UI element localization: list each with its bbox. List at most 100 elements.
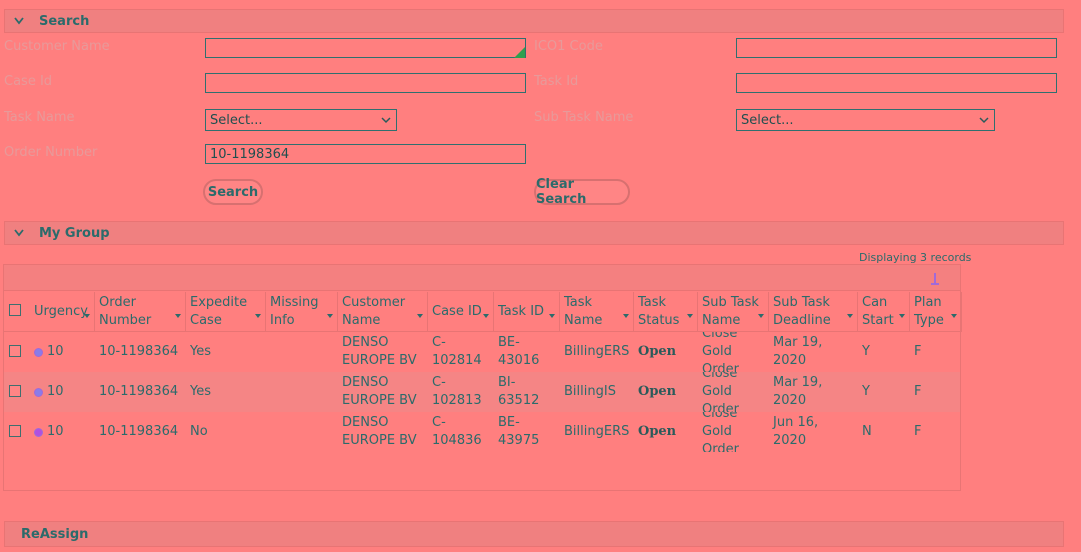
column-header-urgency[interactable]: Urgency [30, 292, 95, 332]
plan-type-cell: F [914, 384, 922, 399]
grid-toolbar [4, 265, 960, 291]
task-name-label: Task Name [4, 110, 75, 125]
task-id-input[interactable] [736, 73, 1057, 93]
my-group-section-header[interactable]: My Group [4, 221, 1064, 245]
case-id-input[interactable] [205, 73, 526, 93]
customer-name-cell: DENSO EUROPE BV [342, 335, 417, 368]
sort-desc-icon[interactable] [416, 308, 424, 318]
column-header-label: Number [99, 313, 152, 328]
sort-desc-icon[interactable] [898, 308, 906, 318]
column-header-label: Case ID [432, 304, 482, 319]
column-header-task-status[interactable]: Task Status [634, 292, 698, 332]
search-section-header[interactable]: Search [4, 9, 1064, 33]
ico1-code-label: ICO1 Code [534, 39, 603, 54]
column-header-label: Status [638, 313, 680, 328]
sub-task-name-cell: Close Gold Order [702, 412, 739, 452]
sort-desc-icon[interactable] [254, 308, 262, 318]
case-id-cell: C-104836 [432, 415, 482, 448]
column-header-label: Task [638, 295, 667, 310]
plan-type-cell: F [914, 344, 922, 359]
expedite-case-cell: No [190, 424, 208, 439]
table-row[interactable]: 10 10-1198364 Yes DENSO EUROPE BV C-102814 BE-… [4, 332, 960, 372]
column-header-expedite-case[interactable]: Expedite Case [186, 292, 266, 332]
sort-desc-icon[interactable] [83, 308, 91, 318]
can-start-cell: Y [862, 344, 870, 359]
urgency-dot-icon [34, 347, 43, 357]
customer-name-input[interactable] [205, 38, 526, 58]
customer-name-cell: DENSO EUROPE BV [342, 415, 417, 448]
urgency-dot-icon [34, 387, 43, 397]
sub-task-deadline-cell: Jun 16, 2020 [773, 415, 819, 448]
order-number-cell: 10-1198364 [99, 384, 179, 399]
column-header-label: Urgency [34, 304, 88, 319]
column-header-order-number[interactable]: Order Number [95, 292, 186, 332]
row-checkbox[interactable] [9, 385, 21, 397]
reassign-section-title: ReAssign [21, 526, 89, 542]
sub-task-name-cell: Close Gold Order [702, 332, 739, 372]
can-start-cell: N [862, 424, 872, 439]
column-header-plan-type[interactable]: Plan Type [910, 292, 962, 332]
column-header-task-id[interactable]: Task ID [494, 292, 560, 332]
sort-desc-icon[interactable] [686, 308, 694, 318]
task-id-cell: BI-63512 [498, 375, 540, 408]
column-header-sub-task-deadline[interactable]: Sub Task Deadline [769, 292, 858, 332]
order-number-cell: 10-1198364 [99, 424, 179, 439]
task-name-cell: BillingERS [564, 424, 630, 439]
task-status-cell: Open [638, 384, 677, 399]
column-header-label: Task [564, 295, 593, 310]
column-header-customer-name[interactable]: Customer Name [338, 292, 428, 332]
expedite-case-cell: Yes [190, 344, 211, 359]
chevron-down-icon[interactable] [13, 227, 25, 239]
select-all-checkbox[interactable] [9, 304, 21, 316]
column-header-case-id[interactable]: Case ID [428, 292, 494, 332]
sort-desc-icon[interactable] [950, 308, 958, 318]
search-button[interactable]: Search [203, 179, 263, 205]
row-checkbox[interactable] [9, 345, 21, 357]
table-row[interactable]: 10 10-1198364 No DENSO EUROPE BV C-104836 BE-4… [4, 412, 960, 452]
task-id-cell: BE-43016 [498, 335, 540, 368]
column-options-icon[interactable] [931, 273, 939, 291]
expedite-case-cell: Yes [190, 384, 211, 399]
ico1-code-input[interactable] [736, 38, 1057, 58]
sort-desc-icon[interactable] [482, 308, 490, 318]
column-header-label: Info [270, 313, 295, 328]
column-header-label: Sub Task [702, 295, 759, 310]
chevron-down-icon[interactable] [13, 15, 25, 27]
task-name-cell: BillingERS [564, 344, 630, 359]
case-id-cell: C-102814 [432, 335, 482, 368]
sort-desc-icon[interactable] [846, 308, 854, 318]
column-header-label: Order [99, 295, 136, 310]
sub-task-name-cell: Close Gold Order [702, 372, 739, 412]
chevron-down-icon [979, 117, 989, 124]
row-checkbox[interactable] [9, 425, 21, 437]
records-count: Displaying 3 records [859, 251, 972, 264]
sort-desc-icon[interactable] [326, 308, 334, 318]
sort-desc-icon[interactable] [757, 308, 765, 318]
column-header-sub-task-name[interactable]: Sub Task Name [698, 292, 769, 332]
customer-name-cell: DENSO EUROPE BV [342, 375, 417, 408]
task-name-select[interactable]: Select... [205, 109, 397, 131]
sub-task-name-select[interactable]: Select... [736, 109, 995, 131]
task-id-label: Task Id [534, 74, 579, 89]
table-row[interactable]: 10 10-1198364 Yes DENSO EUROPE BV C-102813 BI-… [4, 372, 960, 412]
column-header-missing-info[interactable]: Missing Info [266, 292, 338, 332]
case-id-label: Case Id [4, 74, 53, 89]
urgency-cell: 10 [30, 412, 95, 452]
sort-desc-icon[interactable] [174, 308, 182, 318]
order-number-input[interactable] [205, 144, 526, 164]
column-header-can-start[interactable]: Can Start [858, 292, 910, 332]
sub-task-deadline-cell: Mar 19, 2020 [773, 375, 823, 408]
clear-search-button[interactable]: Clear Search [534, 177, 630, 207]
reassign-section-header[interactable]: ReAssign [4, 521, 1064, 547]
task-status-cell: Open [638, 344, 677, 359]
column-header-label: Task ID [498, 304, 545, 319]
column-header-label: Deadline [773, 313, 831, 328]
order-number-cell: 10-1198364 [99, 344, 179, 359]
column-header-task-name[interactable]: Task Name [560, 292, 634, 332]
missing-info-cell [266, 372, 338, 412]
sort-desc-icon[interactable] [548, 308, 556, 318]
column-header-label: Customer [342, 295, 406, 310]
column-header-label: Name [702, 313, 741, 328]
sort-desc-icon[interactable] [622, 308, 630, 318]
column-header-label: Name [564, 313, 603, 328]
